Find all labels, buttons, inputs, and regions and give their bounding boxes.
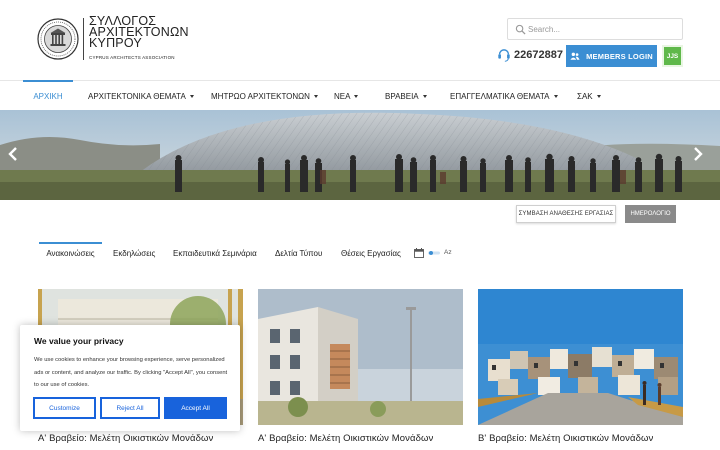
chevron-left-icon[interactable]: [7, 147, 19, 161]
cookie-consent-banner: We value your privacy We use cookies to …: [20, 325, 240, 431]
nav-item-label: ΕΠΑΓΓΕΛΜΑΤΙΚΑ ΘΕΜΑΤΑ: [450, 91, 550, 101]
card-image[interactable]: [258, 289, 463, 425]
service-agreement-button[interactable]: ΣΥΜΒΑΣΗ ΑΝΑΘΕΣΗΣ ΕΡΓΑΣΙΑΣ: [516, 205, 616, 223]
card-title[interactable]: Α' Βραβείο: Μελέτη Οικιστικών Μονάδων: [38, 433, 213, 444]
card-image[interactable]: [478, 289, 683, 425]
calendar-button[interactable]: ΗΜΕΡΟΛΟΓΙΟ: [625, 205, 676, 223]
tab-events[interactable]: Εκδηλώσεις: [113, 243, 155, 263]
nav-item-label: ΝΕΑ: [334, 91, 351, 101]
tab-label: Ανακοινώσεις: [46, 248, 95, 258]
tab-label: Δελτία Τύπου: [275, 248, 323, 258]
sort-az-label[interactable]: Az: [444, 249, 452, 256]
members-login-label: MEMBERS LOGIN: [586, 51, 653, 61]
nav-item-awards[interactable]: ΒΡΑΒΕΙΑ: [385, 81, 427, 111]
sort-toggle-icon[interactable]: [428, 251, 440, 255]
logo-english-name: CYPRUS ARCHITECTS ASSOCIATION: [89, 55, 175, 60]
tab-jobs[interactable]: Θέσεις Εργασίας: [341, 243, 401, 263]
card-title[interactable]: Β' Βραβείο: Μελέτη Οικιστικών Μονάδων: [478, 433, 653, 444]
members-login-button[interactable]: MEMBERS LOGIN: [566, 45, 657, 67]
nav-item-sak[interactable]: ΣΑΚ: [577, 81, 601, 111]
tab-label: Εκπαιδευτικά Σεμινάρια: [173, 248, 257, 258]
tab-announcements[interactable]: Ανακοινώσεις: [39, 242, 102, 262]
search-box: [507, 18, 683, 40]
phone-icon: [498, 49, 510, 62]
cookie-accept-button[interactable]: Accept All: [164, 397, 227, 419]
hero-image: [0, 110, 720, 200]
hero-slider[interactable]: [0, 110, 720, 200]
search-icon[interactable]: [515, 24, 526, 35]
tab-label: Εκδηλώσεις: [113, 248, 156, 258]
association-seal-icon[interactable]: [37, 18, 79, 60]
tab-label: Θέσεις Εργασίας: [341, 248, 401, 258]
caret-down-icon: [553, 94, 558, 98]
nav-item-architectural-topics[interactable]: ΑΡΧΙΤΕΚΤΟΝΙΚΑ ΘΕΜΑΤΑ: [88, 81, 194, 111]
caret-down-icon: [189, 94, 194, 98]
nav-item-label: ΣΑΚ: [577, 91, 593, 101]
phone-number[interactable]: 22672887: [514, 49, 563, 61]
caret-down-icon: [313, 94, 318, 98]
calendar-icon[interactable]: [414, 248, 424, 258]
tab-seminars[interactable]: Εκπαιδευτικά Σεμινάρια: [173, 243, 257, 263]
caret-down-icon: [422, 94, 427, 98]
logo-divider: [83, 18, 84, 60]
cookie-customize-button[interactable]: Customize: [33, 397, 96, 419]
nav-item-label: ΒΡΑΒΕΙΑ: [385, 91, 419, 101]
nav-item-label: ΑΡΧΙΚΗ: [33, 91, 63, 101]
nav-item-news[interactable]: ΝΕΑ: [334, 81, 359, 111]
nav-item-home[interactable]: ΑΡΧΙΚΗ: [23, 80, 73, 110]
caret-down-icon: [596, 94, 601, 98]
site-logo[interactable]: ΣΥΛΛΟΓΟΣ ΑΡΧΙΤΕΚΤΟΝΩΝ ΚΥΠΡΟΥ CYPRUS ARCH…: [89, 15, 189, 62]
cookie-text: We use cookies to enhance your browsing …: [34, 357, 228, 388]
chevron-right-icon[interactable]: [692, 147, 704, 161]
search-input[interactable]: [528, 21, 678, 37]
cookie-reject-button[interactable]: Reject All: [100, 397, 160, 419]
tab-press-releases[interactable]: Δελτία Τύπου: [275, 243, 322, 263]
users-icon: [570, 52, 580, 60]
nav-item-architects-register[interactable]: ΜΗΤΡΩΟ ΑΡΧΙΤΕΚΤΟΝΩΝ: [211, 81, 318, 111]
jjs-badge[interactable]: JJS: [662, 45, 683, 67]
nav-item-professional-topics[interactable]: ΕΠΑΓΓΕΛΜΑΤΙΚΑ ΘΕΜΑΤΑ: [450, 81, 558, 111]
card-title[interactable]: Α' Βραβείο: Μελέτη Οικιστικών Μονάδων: [258, 433, 433, 444]
main-navigation: ΑΡΧΙΚΗ ΑΡΧΙΤΕΚΤΟΝΙΚΑ ΘΕΜΑΤΑ ΜΗΤΡΩΟ ΑΡΧΙΤ…: [0, 80, 720, 110]
logo-line-3: ΚΥΠΡΟΥ: [89, 36, 142, 50]
nav-item-label: ΑΡΧΙΤΕΚΤΟΝΙΚΑ ΘΕΜΑΤΑ: [88, 91, 186, 101]
cookie-title: We value your privacy: [34, 336, 124, 346]
site-header: ΣΥΛΛΟΓΟΣ ΑΡΧΙΤΕΚΤΟΝΩΝ ΚΥΠΡΟΥ CYPRUS ARCH…: [0, 0, 720, 80]
caret-down-icon: [354, 94, 359, 98]
nav-item-label: ΜΗΤΡΩΟ ΑΡΧΙΤΕΚΤΟΝΩΝ: [211, 91, 310, 101]
